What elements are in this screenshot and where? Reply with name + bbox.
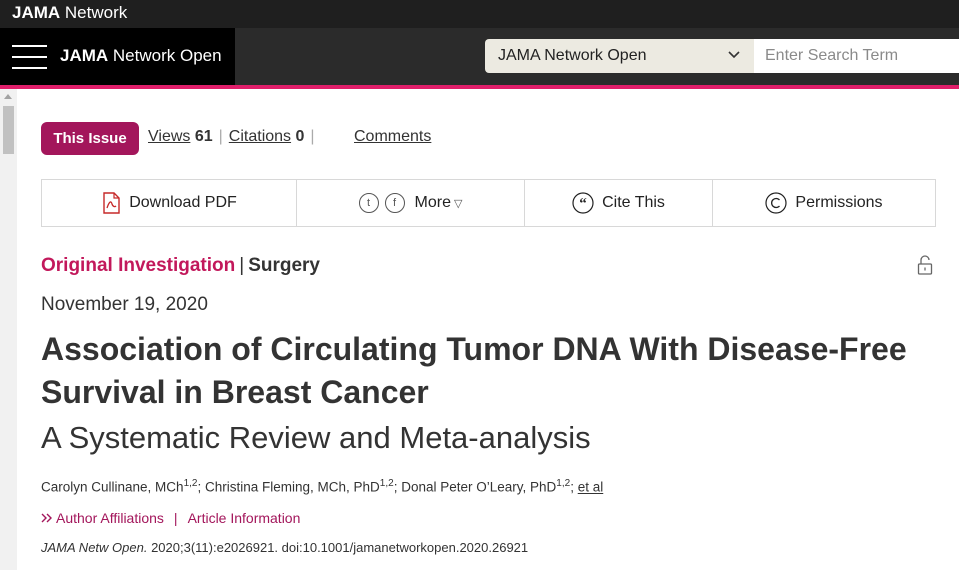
et-al-link[interactable]: et al xyxy=(578,480,604,495)
article-metrics: Views 61 | Citations 0 | xyxy=(148,128,315,145)
journal-name[interactable]: JAMA Network Open xyxy=(60,46,222,66)
permissions-button[interactable]: Permissions xyxy=(713,180,935,226)
author-list: Carolyn Cullinane, MCh1,2; Christina Fle… xyxy=(41,478,603,495)
journal-name-rest: Network Open xyxy=(108,46,222,65)
cite-this-label: Cite This xyxy=(602,194,665,211)
permissions-label: Permissions xyxy=(795,194,883,211)
more-caret-icon: ▽ xyxy=(453,197,463,210)
citation-line: JAMA Netw Open. 2020;3(11):e2026921. doi… xyxy=(41,540,528,555)
brand-bold-text: JAMA xyxy=(12,3,61,22)
scrollbar[interactable] xyxy=(0,89,17,570)
cite-this-button[interactable]: “ Cite This xyxy=(525,180,713,226)
this-issue-button[interactable]: This Issue xyxy=(41,122,139,155)
copyright-icon xyxy=(765,192,788,214)
author-name[interactable]: Christina Fleming, MCh, PhD xyxy=(205,480,380,495)
share-more-button[interactable]: t f More ▽ xyxy=(297,180,525,226)
author-name[interactable]: Carolyn Cullinane, MCh xyxy=(41,480,184,495)
citation-journal: JAMA Netw Open. xyxy=(41,540,148,555)
views-link[interactable]: Views xyxy=(148,128,190,145)
article-subtitle: A Systematic Review and Meta-analysis xyxy=(41,420,591,455)
navbar-left-panel: JAMA Network Open xyxy=(0,28,235,85)
article-type[interactable]: Original Investigation xyxy=(41,255,235,276)
author-affiliation-sup: 1,2 xyxy=(183,478,198,489)
author-separator: ; xyxy=(570,479,578,495)
views-count: 61 xyxy=(194,128,213,145)
comments-link[interactable]: Comments xyxy=(354,128,431,146)
journal-select-value: JAMA Network Open xyxy=(498,47,647,64)
chevron-down-icon xyxy=(728,51,740,59)
article-information-link[interactable]: Article Information xyxy=(188,510,301,526)
pdf-icon xyxy=(103,192,120,214)
quote-icon: “ xyxy=(572,192,594,214)
topic-separator: | xyxy=(239,255,245,276)
article-topic[interactable]: Surgery xyxy=(248,255,320,276)
article-title: Association of Circulating Tumor DNA Wit… xyxy=(41,331,907,410)
brand-rest-text: Network xyxy=(60,3,128,22)
author-name[interactable]: Donal Peter O’Leary, PhD xyxy=(401,480,556,495)
author-affiliation-sup: 1,2 xyxy=(379,478,394,489)
citation-details: 2020;3(11):e2026921. doi:10.1001/jamanet… xyxy=(147,540,529,555)
download-pdf-label: Download PDF xyxy=(129,194,237,211)
author-separator: ; xyxy=(197,479,205,495)
citations-count: 0 xyxy=(295,128,305,145)
journal-select[interactable]: JAMA Network Open xyxy=(485,39,754,73)
scroll-up-arrow-icon[interactable] xyxy=(4,94,12,99)
svg-text:“: “ xyxy=(579,196,587,212)
article-type-line: Original Investigation | Surgery xyxy=(41,255,320,277)
accent-bar xyxy=(0,85,959,89)
main-navbar: JAMA Network Open JAMA Network Open xyxy=(0,28,959,85)
affiliation-links: Author Affiliations | Article Information xyxy=(41,510,300,526)
twitter-icon[interactable]: t xyxy=(358,193,379,213)
more-label: More xyxy=(414,194,451,211)
author-affiliation-sup: 1,2 xyxy=(556,478,571,489)
journal-name-bold: JAMA xyxy=(60,46,109,65)
jama-network-logo[interactable]: JAMA Network xyxy=(12,3,127,23)
hamburger-icon[interactable] xyxy=(12,45,47,69)
citations-link[interactable]: Citations xyxy=(229,128,291,145)
scrollbar-thumb[interactable] xyxy=(3,106,14,154)
top-brand-bar: JAMA Network xyxy=(0,0,959,28)
double-chevron-right-icon xyxy=(41,513,52,523)
unlock-icon xyxy=(917,255,933,275)
affil-separator: | xyxy=(173,510,178,526)
search-input[interactable] xyxy=(754,39,959,73)
publication-date: November 19, 2020 xyxy=(41,294,208,315)
download-pdf-button[interactable]: Download PDF xyxy=(42,180,297,226)
author-affiliations-link[interactable]: Author Affiliations xyxy=(56,510,164,526)
facebook-icon[interactable]: f xyxy=(384,193,405,213)
article-toolbar: Download PDF t f More ▽ “ Cite This Permi… xyxy=(41,179,936,227)
